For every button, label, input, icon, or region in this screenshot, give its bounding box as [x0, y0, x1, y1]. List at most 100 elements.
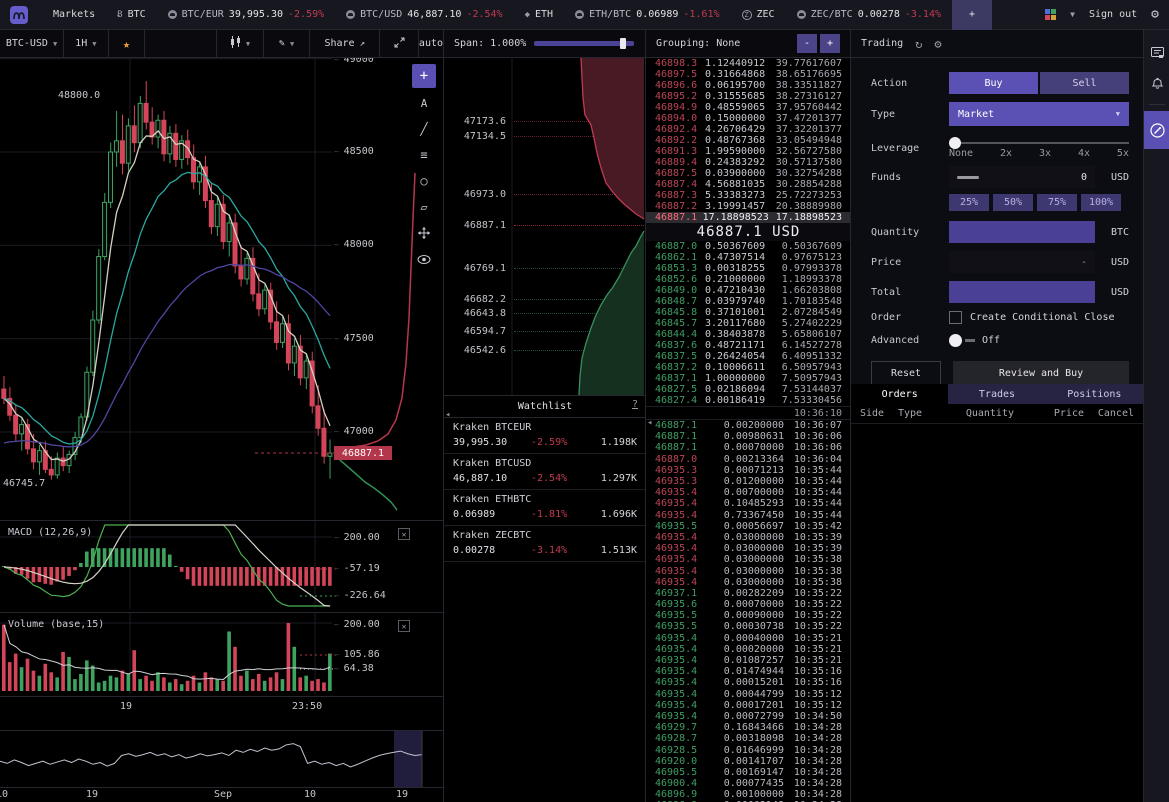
funds-100-button[interactable]: 100% — [1081, 194, 1121, 211]
tab-trades[interactable]: Trades — [948, 384, 1045, 404]
close-macd-icon[interactable]: ✕ — [398, 528, 410, 540]
fullscreen-button[interactable] — [380, 30, 419, 57]
share-button[interactable]: Share↗ — [310, 30, 380, 57]
pair-tab-btcusd[interactable]: BTC/USD46,887.10-2.54% — [335, 0, 513, 30]
overview-navigator[interactable] — [0, 730, 443, 788]
ellipse-tool-button[interactable]: ○ — [412, 170, 436, 192]
price-input[interactable]: - — [949, 251, 1095, 273]
orderbook-bid-row[interactable]: 46845.80.371010012.07284549 — [646, 307, 851, 318]
orderbook-ask-row[interactable]: 46887.44.5688103530.28854288 — [646, 179, 851, 190]
depth-chart[interactable]: 47173.647134.546973.046887.146769.146682… — [444, 58, 646, 395]
collapse-watchlist-icon[interactable]: ◂ — [445, 410, 450, 420]
orderbook-bid-row[interactable]: 46827.50.021860947.53144037 — [646, 384, 851, 395]
orderbook-bid-row[interactable]: 46837.11.000000007.50957943 — [646, 373, 851, 384]
reset-button[interactable]: Reset — [871, 361, 941, 386]
asset-tab-zec[interactable]: ZZEC — [731, 0, 786, 30]
draw-tool-selector[interactable]: ✎▼ — [264, 30, 311, 57]
orderbook-ask-row[interactable]: 46895.20.3155568538.27316127 — [646, 91, 851, 102]
pair-tab-ethbtc[interactable]: ETH/BTC0.06989-1.61% — [564, 0, 730, 30]
watchlist-row[interactable]: Kraken ZECBTC0.00278-3.14%1.513K — [444, 526, 646, 562]
total-input[interactable] — [949, 281, 1095, 303]
volume-pane[interactable]: Volume (base,15) ✕ 200.00105.8664.38 — [0, 612, 443, 696]
apps-grid-icon[interactable] — [1045, 9, 1056, 20]
orderbook-ask-row[interactable]: 46887.50.0390000030.32754288 — [646, 168, 851, 179]
orderbook-bid-row[interactable]: 46845.73.201176805.27402229 — [646, 318, 851, 329]
tab-positions[interactable]: Positions — [1046, 384, 1143, 404]
trading-settings-gear-icon[interactable]: ⚙ — [934, 37, 941, 51]
chevron-down-icon[interactable]: ▼ — [1070, 10, 1075, 19]
funds-75-button[interactable]: 75% — [1037, 194, 1077, 211]
help-icon[interactable]: ? — [632, 399, 638, 410]
orderbook-ask-row[interactable]: 46897.50.3166486838.65176695 — [646, 69, 851, 80]
chart-type-selector[interactable]: ▼ — [217, 30, 264, 57]
orderbook-ask-row[interactable]: 46898.31.1244091239.77617607 — [646, 58, 851, 69]
watchlist-row[interactable]: Kraken BTCEUR39,995.30-2.59%1.198K — [444, 418, 646, 454]
feedback-note-icon[interactable] — [1144, 38, 1169, 68]
text-tool-button[interactable]: A — [412, 92, 436, 114]
orderbook-ask-row[interactable]: 46887.117.1889852317.18898523 — [646, 212, 851, 223]
orderbook-ask-row[interactable]: 46891.31.9959000032.56727580 — [646, 146, 851, 157]
order-type-select[interactable]: Market ▼ — [949, 102, 1129, 126]
grouping-increase-button[interactable]: + — [820, 34, 840, 53]
close-volume-icon[interactable]: ✕ — [398, 620, 410, 632]
orderbook-ask-row[interactable]: 46892.20.4876736833.05494948 — [646, 135, 851, 146]
funds-25-button[interactable]: 25% — [949, 194, 989, 211]
notifications-bell-icon[interactable] — [1144, 68, 1169, 98]
tab-orders[interactable]: Orders — [851, 384, 948, 404]
asset-tab-btc[interactable]: ɃBTC — [106, 0, 156, 30]
leverage-slider[interactable]: None 2x 3x 4x 5x — [949, 134, 1129, 162]
review-and-buy-button[interactable]: Review and Buy — [953, 361, 1129, 386]
orderbook-bid-row[interactable]: 46852.60.210000001.18993378 — [646, 274, 851, 285]
orderbook-bid-row[interactable]: 46837.60.487211716.14527278 — [646, 340, 851, 351]
trendline-tool-button[interactable]: ╱ — [412, 118, 436, 140]
orderbook-ask-row[interactable]: 46892.44.2670642937.32201377 — [646, 124, 851, 135]
watchlist-row[interactable]: Kraken ETHBTC0.06989-1.81%1.696K — [444, 490, 646, 526]
macd-pane[interactable]: MACD (12,26,9) ✕ 200.00-57.19-226.64 — [0, 520, 443, 610]
pair-selector[interactable]: BTC-USD▼ — [0, 30, 64, 57]
visibility-eye-icon[interactable] — [412, 248, 436, 270]
orderbook-bid-row[interactable]: 46837.20.100066116.50957943 — [646, 362, 851, 373]
funds-50-button[interactable]: 50% — [993, 194, 1033, 211]
scale-mode-button[interactable]: auto — [419, 30, 443, 57]
shape-tool-button[interactable]: ▱ — [412, 196, 436, 218]
asset-tab-eth[interactable]: ◆ETH — [514, 0, 564, 30]
span-slider-thumb[interactable] — [620, 38, 626, 49]
nav-markets[interactable]: Markets — [42, 0, 106, 30]
orderbook-bid-row[interactable]: 46837.50.264240546.40951332 — [646, 351, 851, 362]
horizontal-lines-tool-button[interactable]: ≡ — [412, 144, 436, 166]
orderbook-ask-row[interactable]: 46894.00.1500000037.47201377 — [646, 113, 851, 124]
orderbook-ask-row[interactable]: 46889.40.2438329230.57137580 — [646, 157, 851, 168]
speedometer-compass-icon[interactable] — [1144, 111, 1169, 149]
move-tool-button[interactable] — [412, 222, 436, 244]
add-pair-tab-button[interactable]: + — [952, 0, 992, 30]
orderbook-bid-row[interactable]: 46848.70.039797401.70183548 — [646, 296, 851, 307]
orderbook-bid-row[interactable]: 46849.00.472104301.66203808 — [646, 285, 851, 296]
pair-tab-zecbtc[interactable]: ZEC/BTC0.00278-3.14% — [786, 0, 952, 30]
interval-selector[interactable]: 1H▼ — [64, 30, 109, 57]
orderbook-bid-row[interactable]: 46844.40.384038785.65806107 — [646, 329, 851, 340]
orderbook-ask-row[interactable]: 46894.90.4855906537.95760442 — [646, 102, 851, 113]
orderbook-ask-row[interactable]: 46887.23.1999145720.38889980 — [646, 201, 851, 212]
orderbook-bid-row[interactable]: 46862.10.473075140.97675123 — [646, 252, 851, 263]
buy-button[interactable]: Buy — [949, 72, 1038, 94]
orderbook-ask-row[interactable]: 46896.60.0619570038.33511827 — [646, 80, 851, 91]
settings-gear-icon[interactable]: ⚙ — [1151, 7, 1159, 22]
orderbook-bid-row[interactable]: 46887.00.503676090.50367609 — [646, 241, 851, 252]
refresh-icon[interactable]: ↻ — [915, 37, 922, 51]
collapse-trades-icon[interactable]: ◂ — [647, 418, 652, 428]
add-drawing-button[interactable]: + — [412, 64, 436, 88]
sign-out-button[interactable]: Sign out — [1089, 9, 1137, 20]
advanced-toggle[interactable]: Off — [949, 334, 1000, 347]
funds-input[interactable]: 0 — [949, 166, 1095, 188]
orderbook-ask-row[interactable]: 46887.35.3338327325.72273253 — [646, 190, 851, 201]
grouping-decrease-button[interactable]: - — [797, 34, 817, 53]
price-chart[interactable]: 4900048500480004750047000 48800.0 46745.… — [0, 58, 443, 520]
orderbook-bid-row[interactable]: 46853.30.003182550.97993378 — [646, 263, 851, 274]
span-slider[interactable] — [534, 41, 634, 46]
favorite-button[interactable]: ★ — [109, 30, 146, 57]
pair-tab-btceur[interactable]: BTC/EUR39,995.30-2.59% — [157, 0, 335, 30]
orderbook-bid-row[interactable]: 46827.40.001864197.53330456 — [646, 395, 851, 406]
sell-button[interactable]: Sell — [1040, 72, 1129, 94]
conditional-close-checkbox[interactable] — [949, 311, 962, 324]
kraken-logo-icon[interactable] — [10, 6, 28, 24]
